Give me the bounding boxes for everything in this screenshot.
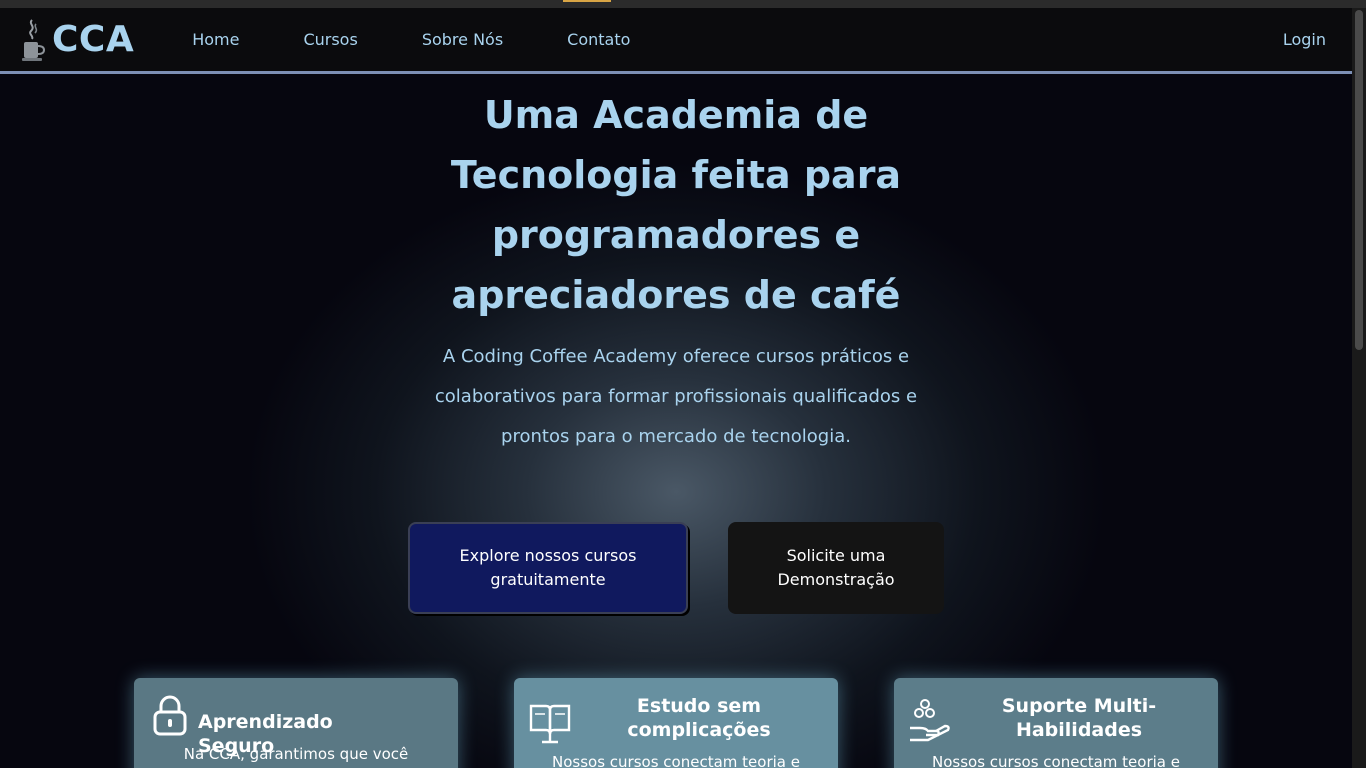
- hero-title-line: apreciadores de café: [451, 273, 901, 317]
- hero-title-line: Uma Academia de: [483, 93, 869, 137]
- explore-courses-button-line: gratuitamente: [490, 570, 606, 589]
- hand-coins-icon: [910, 699, 950, 742]
- card-text: Nossos cursos conectam teoria e: [552, 753, 800, 768]
- brand-name: CCA: [52, 19, 135, 60]
- coffee-cup-icon: [22, 18, 46, 61]
- hero-section: Uma Academia de Tecnologia feita para pr…: [0, 77, 1352, 768]
- feature-card-easy-study: Estudo sem complicações Nossos cursos co…: [514, 678, 838, 768]
- browser-top-strip: [0, 0, 1366, 8]
- hero-title-line: Tecnologia feita para: [450, 153, 902, 197]
- tab-indicator: [563, 0, 611, 2]
- nav-sobre-nos[interactable]: Sobre Nós: [422, 30, 503, 49]
- card-title-line: Estudo sem: [636, 695, 762, 717]
- hero-description-line: A Coding Coffee Academy oferece cursos p…: [442, 346, 910, 367]
- nav-home[interactable]: Home: [192, 30, 239, 49]
- card-title: Suporte Multi- Habilidades: [974, 694, 1184, 742]
- hero-title-line: programadores e: [491, 213, 861, 257]
- card-title: Estudo sem complicações: [594, 694, 804, 742]
- hero-title: Uma Academia de Tecnologia feita para pr…: [446, 85, 906, 325]
- request-demo-button[interactable]: Solicite uma Demonstração: [728, 522, 944, 614]
- feature-card-multi-skill-support: Suporte Multi- Habilidades Nossos cursos…: [894, 678, 1218, 768]
- request-demo-button-line: Demonstração: [777, 570, 895, 589]
- nav-links: Home Cursos Sobre Nós Contato: [192, 30, 694, 49]
- lock-icon: [153, 695, 187, 736]
- nav-contato[interactable]: Contato: [567, 30, 630, 49]
- feature-card-secure-learning: Aprendizado Seguro Na CCA, garantimos qu…: [134, 678, 458, 768]
- explore-courses-button-line: Explore nossos cursos: [459, 546, 637, 565]
- hero-description-line: prontos para o mercado de tecnologia.: [501, 426, 851, 447]
- login-link[interactable]: Login: [1283, 30, 1326, 49]
- book-icon: [529, 704, 571, 744]
- scrollbar[interactable]: [1352, 8, 1366, 768]
- card-text: Nossos cursos conectam teoria e: [932, 753, 1180, 768]
- card-title-line: Habilidades: [1015, 719, 1143, 741]
- explore-courses-button[interactable]: Explore nossos cursos gratuitamente: [408, 522, 688, 614]
- card-text: Na CCA, garantimos que você: [183, 745, 409, 763]
- hero-description: A Coding Coffee Academy oferece cursos p…: [400, 337, 952, 457]
- scrollbar-thumb[interactable]: [1355, 10, 1363, 350]
- navbar: CCA Home Cursos Sobre Nós Contato Login: [0, 8, 1352, 74]
- hero-description-line: colaborativos para formar profissionais …: [434, 386, 918, 407]
- nav-cursos[interactable]: Cursos: [303, 30, 357, 49]
- brand[interactable]: CCA: [20, 18, 134, 62]
- request-demo-button-line: Solicite uma: [786, 546, 886, 565]
- card-title-line: complicações: [627, 719, 771, 741]
- card-title-line: Suporte Multi-: [1001, 695, 1157, 717]
